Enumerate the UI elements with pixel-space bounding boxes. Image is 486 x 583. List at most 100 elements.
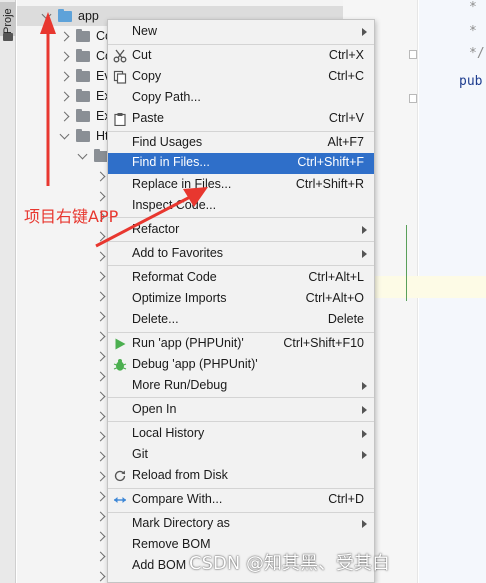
chevron-right-icon[interactable] xyxy=(95,251,106,261)
tree-row[interactable] xyxy=(95,486,106,506)
tree-row[interactable] xyxy=(95,526,106,546)
menu-item-mark-directory-as[interactable]: Mark Directory as xyxy=(108,514,374,535)
chevron-right-icon[interactable] xyxy=(95,571,106,581)
chevron-right-icon[interactable] xyxy=(95,191,106,201)
tree-row[interactable]: Ex xyxy=(59,106,111,126)
tree-row[interactable] xyxy=(95,286,106,306)
folder-icon xyxy=(76,88,90,102)
tree-row[interactable] xyxy=(95,346,106,366)
menu-item-shortcut: Ctrl+Alt+O xyxy=(305,291,364,305)
menu-item-label: Add BOM xyxy=(132,558,187,572)
chevron-right-icon[interactable] xyxy=(95,511,106,521)
project-tool-tab[interactable]: Proje xyxy=(0,2,16,36)
menu-separator xyxy=(108,44,374,45)
fold-marker-icon[interactable] xyxy=(409,50,417,59)
chevron-right-icon[interactable] xyxy=(95,551,106,561)
context-menu[interactable]: New Cut Ctrl+X Copy Ctrl+C Copy Path... … xyxy=(107,19,375,583)
menu-item-reformat-code[interactable]: Reformat Code Ctrl+Alt+L xyxy=(108,268,374,289)
chevron-down-icon[interactable] xyxy=(59,129,70,139)
tree-row[interactable] xyxy=(95,386,106,406)
tree-row[interactable] xyxy=(95,246,106,266)
folder-icon xyxy=(94,148,108,162)
menu-item-label: Inspect Code... xyxy=(132,198,217,212)
menu-item-debug[interactable]: Debug 'app (PHPUnit)' xyxy=(108,355,374,376)
clipboard-icon xyxy=(114,113,126,126)
menu-item-label: Find in Files... xyxy=(132,155,210,169)
tree-row[interactable] xyxy=(95,366,106,386)
chevron-right-icon[interactable] xyxy=(95,471,106,481)
chevron-right-icon[interactable] xyxy=(59,31,70,41)
tree-row[interactable] xyxy=(95,566,106,583)
chevron-right-icon[interactable] xyxy=(95,371,106,381)
chevron-down-icon[interactable] xyxy=(77,149,88,159)
menu-item-copy[interactable]: Copy Ctrl+C xyxy=(108,67,374,88)
chevron-right-icon[interactable] xyxy=(95,491,106,501)
tree-row[interactable]: Ex xyxy=(59,86,111,106)
tree-row[interactable] xyxy=(95,546,106,566)
annotation-label: 项目右键APP xyxy=(24,207,119,226)
menu-item-shortcut: Ctrl+C xyxy=(328,69,364,83)
tree-row[interactable] xyxy=(95,226,106,246)
chevron-right-icon[interactable] xyxy=(95,231,106,241)
menu-item-copy-path[interactable]: Copy Path... xyxy=(108,88,374,109)
chevron-right-icon[interactable] xyxy=(95,531,106,541)
menu-item-label: New xyxy=(132,24,158,38)
chevron-right-icon[interactable] xyxy=(59,71,70,81)
menu-item-delete[interactable]: Delete... Delete xyxy=(108,310,374,331)
chevron-right-icon[interactable] xyxy=(95,331,106,341)
code-line: */ xyxy=(469,46,485,61)
chevron-right-icon[interactable] xyxy=(95,311,106,321)
chevron-down-icon[interactable] xyxy=(41,9,52,19)
menu-item-find-in-files[interactable]: Find in Files... Ctrl+Shift+F xyxy=(108,153,374,174)
menu-item-add-to-favorites[interactable]: Add to Favorites xyxy=(108,244,374,265)
menu-item-replace-in-files[interactable]: Replace in Files... Ctrl+Shift+R xyxy=(108,175,374,196)
menu-item-new[interactable]: New xyxy=(108,22,374,43)
menu-item-open-in[interactable]: Open In xyxy=(108,400,374,421)
tree-row[interactable] xyxy=(95,406,106,426)
tree-row[interactable]: Ev xyxy=(59,66,111,86)
folder-icon xyxy=(76,128,90,142)
tree-row[interactable] xyxy=(95,446,106,466)
chevron-right-icon[interactable] xyxy=(95,351,106,361)
folder-icon xyxy=(76,48,90,62)
watermark-text: CSDN @知其黑、受其白 xyxy=(189,553,391,574)
chevron-right-icon[interactable] xyxy=(59,111,70,121)
tree-row[interactable] xyxy=(95,426,106,446)
tree-row[interactable]: Co xyxy=(59,26,112,46)
menu-item-paste[interactable]: Paste Ctrl+V xyxy=(108,109,374,130)
menu-item-label: More Run/Debug xyxy=(132,378,228,392)
tree-row[interactable]: Co xyxy=(59,46,112,66)
chevron-right-icon[interactable] xyxy=(95,171,106,181)
tree-row[interactable] xyxy=(95,166,106,186)
chevron-right-icon[interactable] xyxy=(95,431,106,441)
chevron-right-icon[interactable] xyxy=(95,411,106,421)
menu-item-reload-from-disk[interactable]: Reload from Disk xyxy=(108,466,374,487)
menu-item-inspect-code[interactable]: Inspect Code... xyxy=(108,196,374,217)
chevron-right-icon[interactable] xyxy=(95,451,106,461)
menu-item-cut[interactable]: Cut Ctrl+X xyxy=(108,46,374,67)
folder-icon xyxy=(3,33,13,41)
chevron-right-icon[interactable] xyxy=(95,391,106,401)
menu-item-refactor[interactable]: Refactor xyxy=(108,220,374,241)
menu-item-git[interactable]: Git xyxy=(108,445,374,466)
code-line: * xyxy=(469,24,477,39)
menu-item-optimize-imports[interactable]: Optimize Imports Ctrl+Alt+O xyxy=(108,289,374,310)
tree-row[interactable]: Ht xyxy=(59,126,109,146)
tree-row[interactable] xyxy=(95,466,106,486)
tree-row[interactable] xyxy=(77,146,108,166)
chevron-right-icon[interactable] xyxy=(95,271,106,281)
menu-item-more-run-debug[interactable]: More Run/Debug xyxy=(108,376,374,397)
tree-row[interactable] xyxy=(95,266,106,286)
tree-row[interactable] xyxy=(95,506,106,526)
chevron-right-icon[interactable] xyxy=(95,291,106,301)
fold-marker-icon[interactable] xyxy=(409,94,417,103)
tree-row-app[interactable]: app xyxy=(41,6,99,26)
menu-item-compare-with[interactable]: Compare With... Ctrl+D xyxy=(108,490,374,511)
tree-row[interactable] xyxy=(95,326,106,346)
menu-item-find-usages[interactable]: Find Usages Alt+F7 xyxy=(108,133,374,154)
menu-item-run[interactable]: Run 'app (PHPUnit)' Ctrl+Shift+F10 xyxy=(108,334,374,355)
chevron-right-icon[interactable] xyxy=(59,51,70,61)
chevron-right-icon[interactable] xyxy=(59,91,70,101)
menu-item-local-history[interactable]: Local History xyxy=(108,424,374,445)
tree-row[interactable] xyxy=(95,306,106,326)
